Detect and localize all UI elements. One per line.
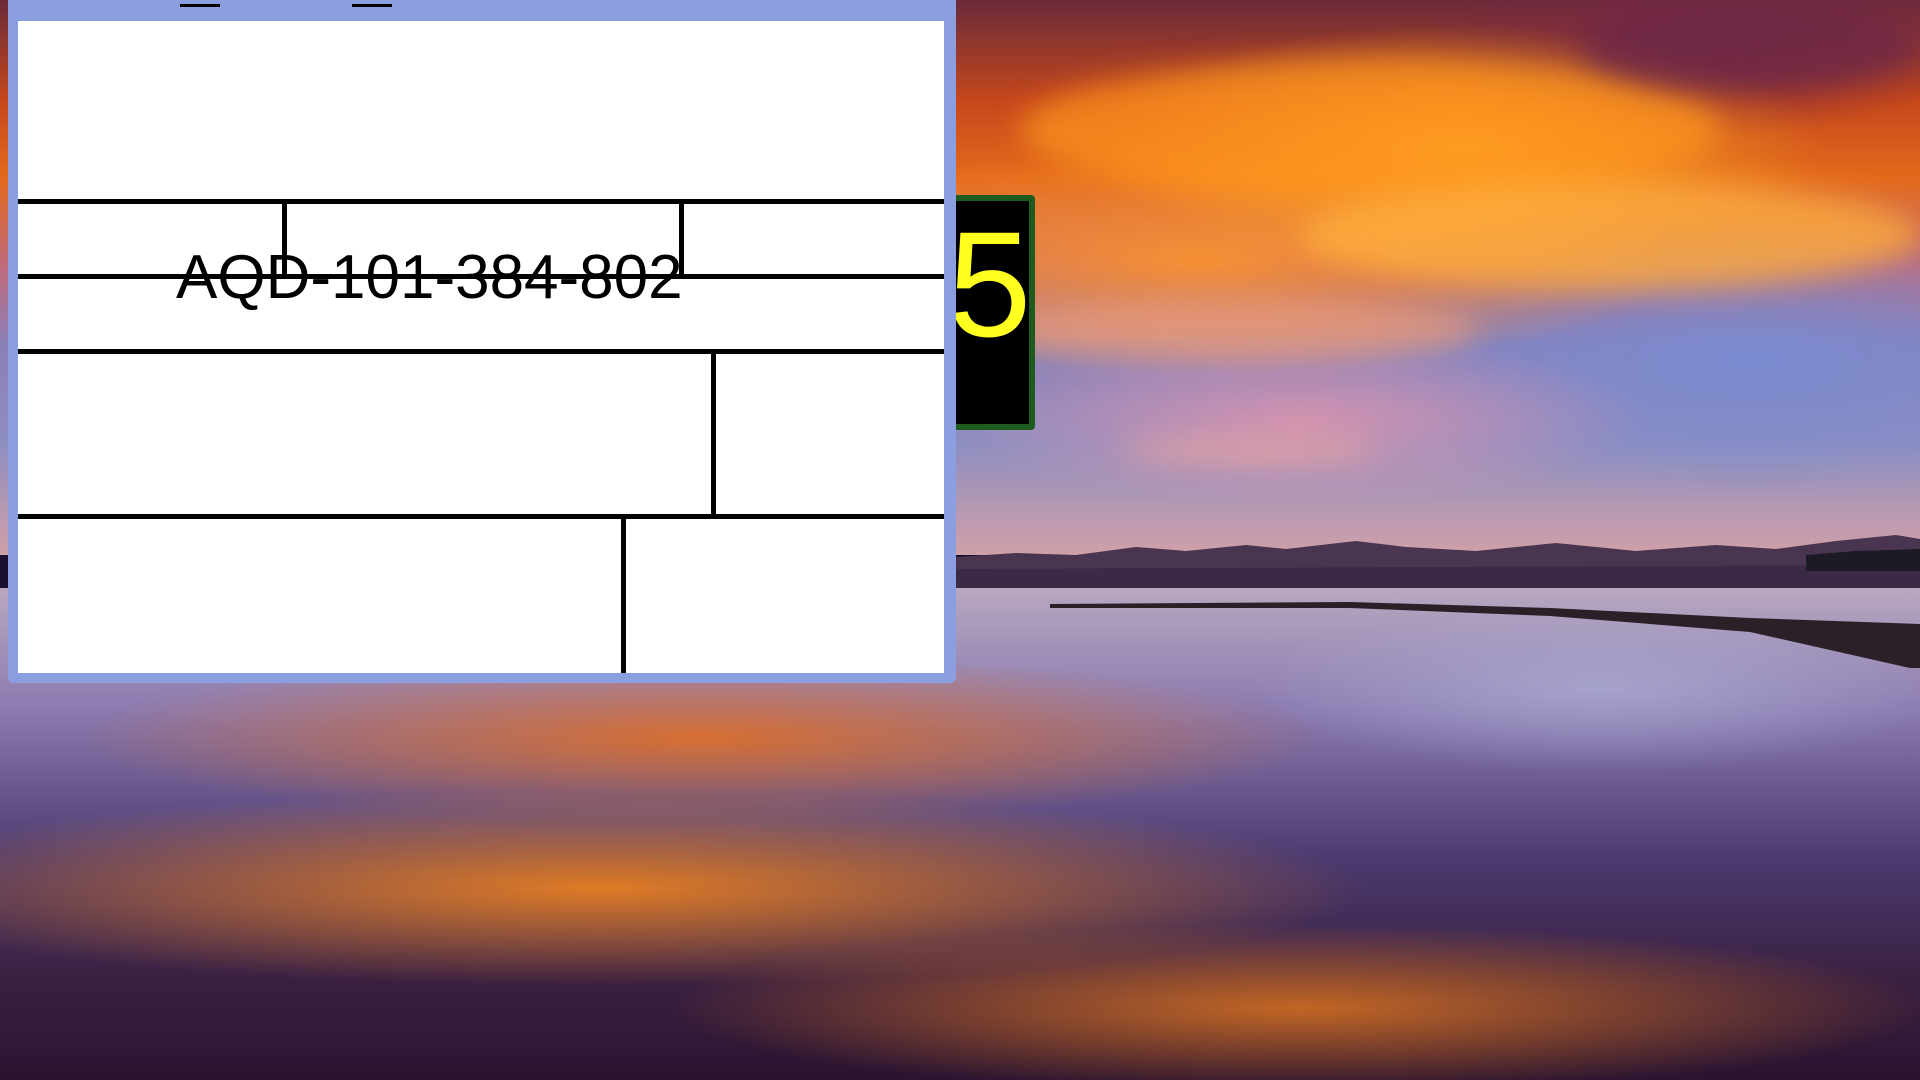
wallpaper-cloud: [1300, 180, 1920, 290]
form-cell[interactable]: [18, 354, 711, 514]
minimize-icon[interactable]: [352, 4, 392, 7]
form-code-text: AQD-101-384-802: [176, 243, 683, 312]
form-grid: [18, 21, 944, 673]
form-cell[interactable]: [684, 204, 944, 274]
minimize-icon[interactable]: [180, 4, 220, 7]
wallpaper-cloud: [1120, 440, 1380, 460]
wallpaper-cloud: [1020, 60, 1720, 200]
wallpaper-shoreline: [1050, 602, 1920, 668]
digit-display-value: 5: [948, 200, 1032, 368]
wallpaper-cloud: [1580, 0, 1920, 90]
form-cell[interactable]: [18, 519, 621, 673]
app-window[interactable]: AQD-101-384-802: [8, 0, 956, 683]
form-cell[interactable]: [626, 519, 944, 673]
form-cell-header[interactable]: [18, 21, 944, 199]
desktop: 5 AQD-101-384-802: [0, 0, 1920, 1080]
wallpaper-cloud: [980, 300, 1480, 360]
wallpaper-mountains: [956, 535, 1920, 595]
form-cell[interactable]: [716, 354, 944, 514]
